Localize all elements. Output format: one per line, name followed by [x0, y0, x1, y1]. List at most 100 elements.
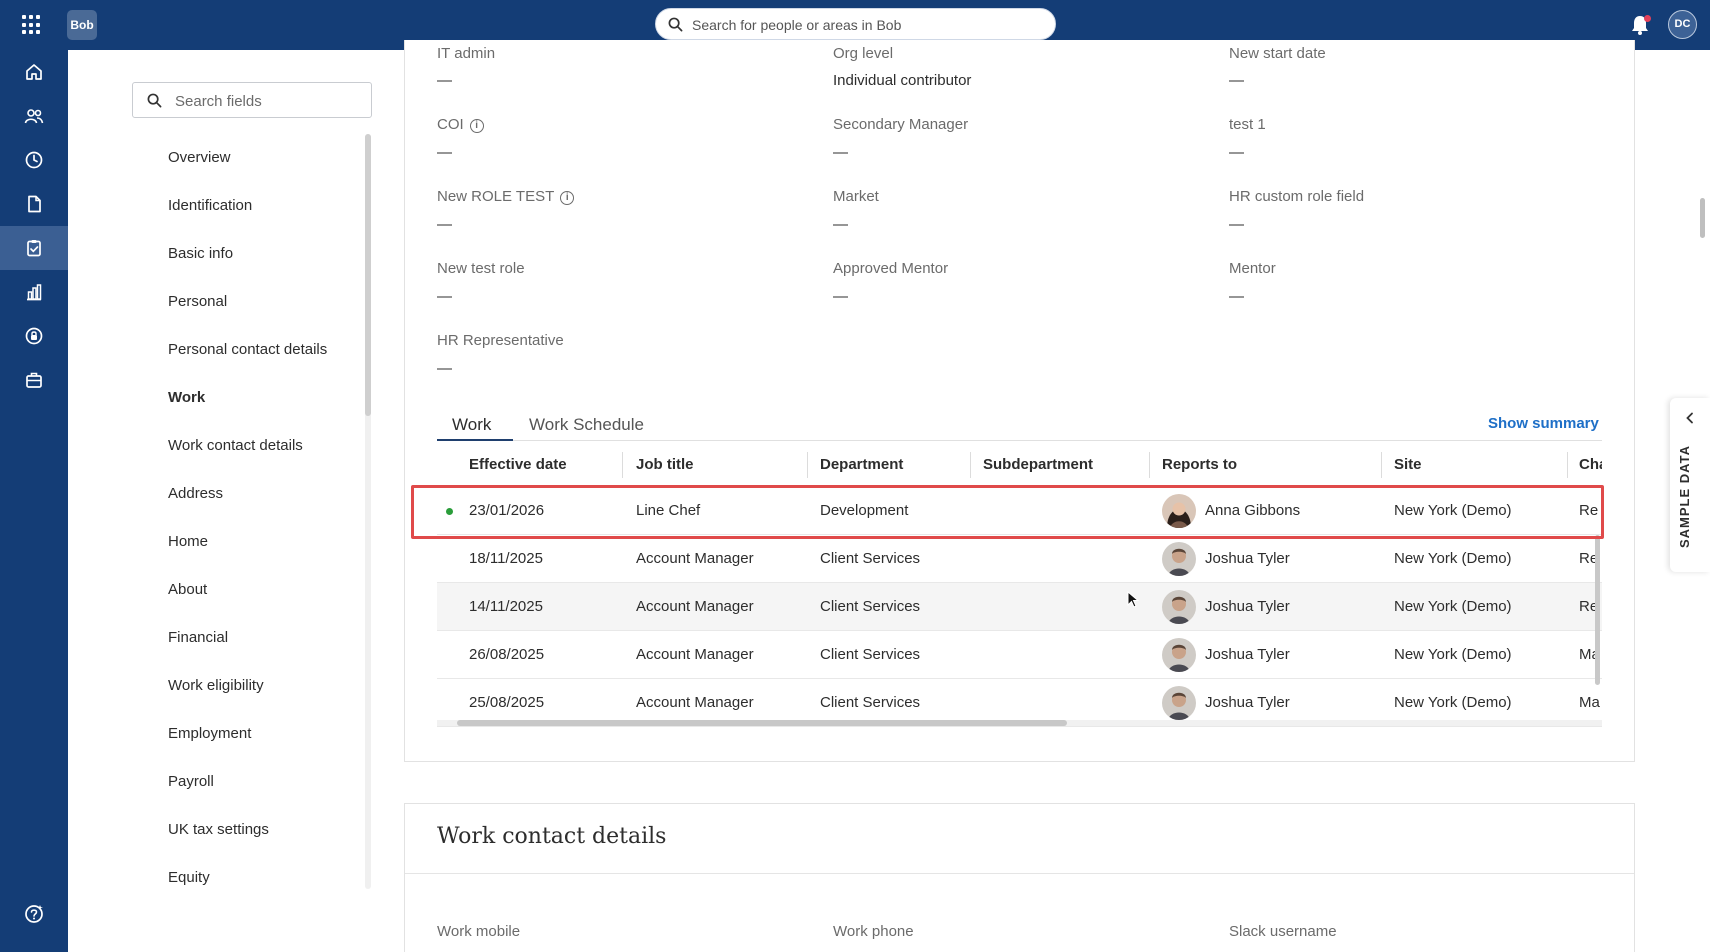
field-value: —	[833, 288, 848, 305]
cell-department: Client Services	[820, 550, 921, 567]
work-history-table: Effective date Job title Department Subd…	[437, 444, 1602, 728]
sidebar-item-work[interactable]: Work	[168, 388, 205, 408]
current-record-dot	[446, 508, 453, 515]
show-summary-link[interactable]: Show summary	[1488, 415, 1599, 432]
rail-home[interactable]	[0, 50, 68, 94]
table-row[interactable]: 23/01/2026 Line Chef Development Anna Gi…	[437, 487, 1602, 535]
sidebar-item-work-contact[interactable]: Work contact details	[168, 436, 303, 456]
field-label-work-mobile: Work mobile	[437, 923, 521, 940]
rail-time[interactable]	[0, 138, 68, 182]
column-divider	[970, 452, 971, 478]
column-header-change[interactable]: Cha	[1579, 444, 1602, 486]
page-scrollbar-thumb[interactable]	[1700, 198, 1705, 238]
rail-analytics[interactable]	[0, 270, 68, 314]
cell-effective-date: 26/08/2025	[469, 646, 545, 663]
sidebar-scrollbar-thumb[interactable]	[365, 134, 371, 416]
field-value: —	[1229, 144, 1244, 161]
field-value: —	[833, 216, 848, 233]
avatar[interactable]	[1162, 494, 1196, 528]
bob-logo[interactable]: Bob	[67, 10, 97, 40]
table-horizontal-scrollbar-thumb[interactable]	[457, 720, 1067, 726]
global-search[interactable]	[655, 8, 1056, 40]
table-row[interactable]: 14/11/2025 Account Manager Client Servic…	[437, 583, 1602, 631]
sidebar-item-address[interactable]: Address	[168, 484, 223, 504]
column-header-effective-date[interactable]: Effective date	[469, 444, 567, 486]
sidebar-item-home[interactable]: Home	[168, 532, 208, 552]
search-icon	[147, 93, 162, 108]
field-label: Market	[833, 188, 879, 205]
sidebar-item-employment[interactable]: Employment	[168, 724, 251, 744]
column-header-subdepartment[interactable]: Subdepartment	[983, 444, 1093, 486]
cell-reports-to[interactable]: Joshua Tyler	[1205, 535, 1290, 583]
field-value: —	[833, 144, 848, 161]
avatar[interactable]	[1162, 638, 1196, 672]
cell-department: Client Services	[820, 598, 921, 615]
field-label: Org level	[833, 45, 894, 62]
cell-site: New York (Demo)	[1394, 550, 1512, 567]
field-value: —	[437, 288, 452, 305]
rail-help[interactable]	[0, 892, 68, 936]
rail-documents[interactable]	[0, 182, 68, 226]
avatar[interactable]	[1162, 686, 1196, 720]
field-value: —	[437, 72, 452, 89]
sidebar-item-uk-tax[interactable]: UK tax settings	[168, 820, 269, 840]
tabs-divider	[437, 440, 1602, 441]
rail-security[interactable]	[0, 314, 68, 358]
table-vertical-scrollbar-thumb[interactable]	[1595, 535, 1600, 685]
cell-effective-date: 23/01/2026	[469, 502, 545, 519]
info-icon[interactable]: i	[469, 119, 484, 133]
sidebar-item-basic-info[interactable]: Basic info	[168, 244, 233, 264]
search-fields[interactable]	[132, 82, 372, 118]
sidebar-item-personal[interactable]: Personal	[168, 292, 227, 312]
cell-reports-to[interactable]: Joshua Tyler	[1205, 631, 1290, 679]
info-icon[interactable]: i	[560, 191, 575, 205]
user-avatar[interactable]: DC	[1668, 10, 1697, 39]
global-search-input[interactable]	[692, 15, 1042, 35]
people-icon	[24, 109, 44, 124]
notification-badge	[1644, 15, 1651, 22]
sidebar-item-work-eligibility[interactable]: Work eligibility	[168, 676, 264, 696]
cell-reports-to[interactable]: Anna Gibbons	[1205, 487, 1300, 535]
mouse-cursor-icon	[1127, 591, 1139, 608]
cell-job-title: Account Manager	[636, 598, 754, 615]
cell-job-title: Account Manager	[636, 646, 754, 663]
sidebar-item-overview[interactable]: Overview	[168, 148, 231, 168]
table-row[interactable]: 26/08/2025 Account Manager Client Servic…	[437, 631, 1602, 679]
sidebar-item-about[interactable]: About	[168, 580, 207, 600]
search-fields-input[interactable]	[175, 91, 365, 111]
column-header-reports-to[interactable]: Reports to	[1162, 444, 1237, 486]
column-header-department[interactable]: Department	[820, 444, 903, 486]
cell-job-title: Line Chef	[636, 502, 701, 519]
tasks-icon	[27, 240, 41, 257]
tab-work[interactable]: Work	[452, 413, 491, 437]
cell-site: New York (Demo)	[1394, 502, 1512, 519]
avatar[interactable]	[1162, 542, 1196, 576]
column-divider	[622, 452, 623, 478]
cell-reports-to[interactable]: Joshua Tyler	[1205, 583, 1290, 631]
sidebar-item-financial[interactable]: Financial	[168, 628, 228, 648]
time-icon	[25, 151, 43, 169]
apps-grid-icon[interactable]	[22, 15, 42, 35]
field-value: —	[437, 216, 452, 233]
rail-tasks[interactable]	[0, 226, 68, 270]
field-label: HR Representative	[437, 332, 564, 349]
avatar[interactable]	[1162, 590, 1196, 624]
sidebar-item-equity[interactable]: Equity	[168, 868, 210, 888]
sidebar-item-payroll[interactable]: Payroll	[168, 772, 214, 792]
tab-work-schedule[interactable]: Work Schedule	[529, 413, 644, 437]
rail-briefcase[interactable]	[0, 358, 68, 402]
cell-job-title: Account Manager	[636, 550, 754, 567]
field-value: Individual contributor	[833, 72, 972, 89]
column-header-job-title[interactable]: Job title	[636, 444, 694, 486]
section-divider	[405, 873, 1634, 874]
field-label: Approved Mentor	[833, 260, 949, 277]
briefcase-icon	[26, 372, 42, 388]
field-label: Mentor	[1229, 260, 1276, 277]
field-label-text: COI	[437, 116, 464, 133]
rail-people[interactable]	[0, 94, 68, 138]
field-value: —	[1229, 288, 1244, 305]
sidebar-item-identification[interactable]: Identification	[168, 196, 252, 216]
sidebar-item-personal-contact[interactable]: Personal contact details	[168, 340, 327, 360]
table-row[interactable]: 18/11/2025 Account Manager Client Servic…	[437, 535, 1602, 583]
column-header-site[interactable]: Site	[1394, 444, 1422, 486]
